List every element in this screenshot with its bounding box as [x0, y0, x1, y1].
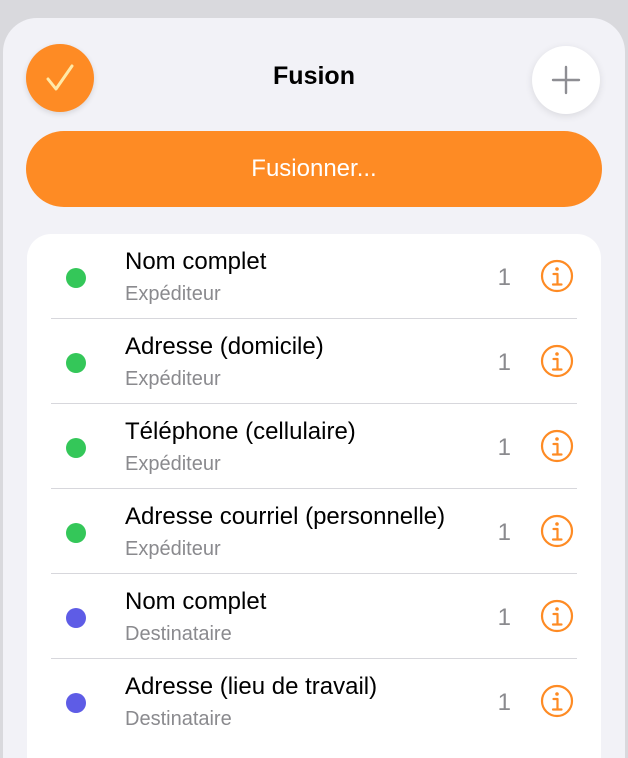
field-subtitle: Destinataire	[125, 623, 232, 645]
field-list: Nom complet Expéditeur 1 Adresse (domici…	[27, 234, 601, 758]
field-title: Nom complet	[125, 588, 267, 615]
sender-dot-icon	[66, 353, 86, 373]
list-item[interactable]: Nom complet Destinataire 1	[27, 574, 601, 659]
field-count: 1	[497, 519, 511, 546]
recipient-dot-icon	[66, 693, 86, 713]
field-subtitle: Expéditeur	[125, 538, 221, 560]
merge-button[interactable]: Fusionner...	[26, 131, 602, 207]
field-subtitle: Expéditeur	[125, 368, 221, 390]
list-item[interactable]: Adresse (lieu de travail) Destinataire 1	[27, 659, 601, 744]
sender-dot-icon	[66, 523, 86, 543]
field-title: Adresse (domicile)	[125, 333, 324, 360]
list-item[interactable]: Adresse (domicile) Expéditeur 1	[27, 319, 601, 404]
add-button[interactable]	[532, 46, 600, 114]
info-icon[interactable]	[540, 599, 574, 633]
info-icon[interactable]	[540, 684, 574, 718]
field-count: 1	[497, 604, 511, 631]
plus-icon	[551, 65, 581, 95]
field-subtitle: Destinataire	[125, 708, 232, 730]
header: Fusion	[3, 18, 625, 128]
field-subtitle: Expéditeur	[125, 453, 221, 475]
list-item[interactable]: Nom complet Expéditeur 1	[27, 234, 601, 319]
field-count: 1	[497, 689, 511, 716]
list-item[interactable]: Téléphone (cellulaire) Expéditeur 1	[27, 404, 601, 489]
merge-sheet: Fusion Fusionner... Nom complet Expédite…	[3, 18, 625, 758]
field-title: Nom complet	[125, 248, 267, 275]
field-count: 1	[497, 264, 511, 291]
field-count: 1	[497, 349, 511, 376]
list-item[interactable]: Adresse courriel (personnelle) Expéditeu…	[27, 489, 601, 574]
field-title: Adresse (lieu de travail)	[125, 673, 378, 700]
info-icon[interactable]	[540, 514, 574, 548]
field-title: Téléphone (cellulaire)	[125, 418, 356, 445]
recipient-dot-icon	[66, 608, 86, 628]
field-count: 1	[497, 434, 511, 461]
info-icon[interactable]	[540, 344, 574, 378]
info-icon[interactable]	[540, 429, 574, 463]
field-subtitle: Expéditeur	[125, 283, 221, 305]
sender-dot-icon	[66, 268, 86, 288]
info-icon[interactable]	[540, 259, 574, 293]
field-title: Adresse courriel (personnelle)	[125, 503, 446, 530]
sender-dot-icon	[66, 438, 86, 458]
